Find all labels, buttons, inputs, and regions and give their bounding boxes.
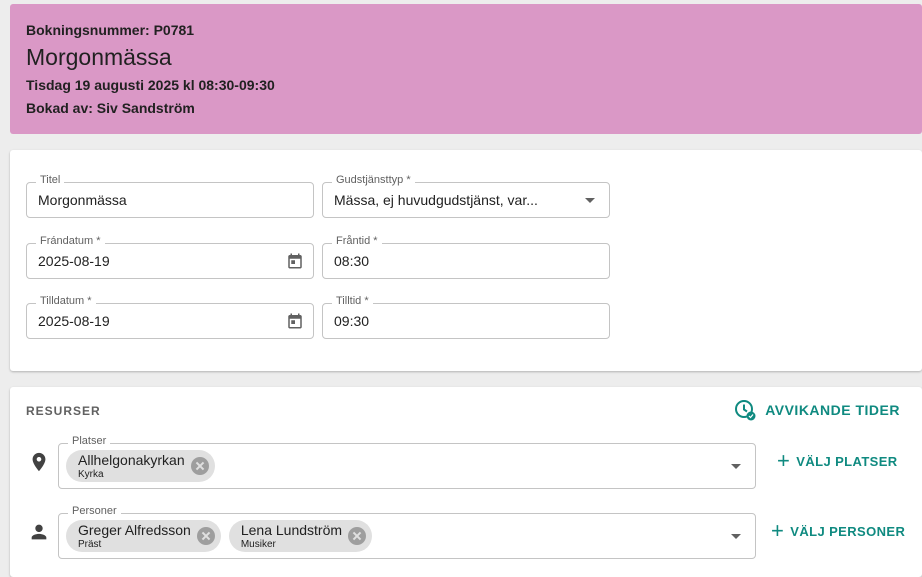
persons-field[interactable]: Personer Greger Alfredsson Präst Lena Lu… (58, 505, 756, 559)
from-date-label: Frándatum * (36, 235, 105, 247)
service-type-select[interactable]: Gudstjänsttyp * Mässa, ej huvudgudstjäns… (322, 174, 610, 218)
pick-persons-label: VÄLJ PERSONER (790, 523, 906, 539)
person-chip[interactable]: Lena Lundström Musiker (228, 520, 373, 552)
calendar-icon[interactable] (286, 252, 304, 270)
booking-number: Bokningsnummer: P0781 (26, 22, 195, 38)
pick-places-label: VÄLJ PLATSER (796, 453, 898, 469)
location-pin-icon (32, 452, 46, 472)
plus-icon: + (771, 518, 785, 543)
clock-icon (735, 400, 756, 421)
chevron-down-icon[interactable] (731, 534, 741, 539)
places-label: Platser (68, 435, 111, 447)
resources-card: RESURSER AVVIKANDE TIDER Platser Allhelg… (10, 387, 922, 577)
from-time-label: Fråntid * (332, 235, 382, 247)
calendar-icon[interactable] (286, 312, 304, 330)
remove-chip-icon[interactable] (348, 527, 367, 545)
booking-date: Tisdag 19 augusti 2025 kl 08:30-09:30 (26, 77, 275, 93)
title-field-label: Titel (36, 174, 65, 186)
pick-places-button[interactable]: + VÄLJ PLATSER (777, 448, 898, 473)
booking-details-card: Titel Morgonmässa Gudstjänsttyp * Mässa,… (10, 150, 922, 371)
to-date-value: 2025-08-19 (38, 313, 110, 329)
to-date-field[interactable]: Tilldatum * 2025-08-19 (26, 295, 314, 339)
chip-name: Greger Alfredsson (78, 522, 191, 538)
remove-chip-icon[interactable] (196, 527, 215, 545)
plus-icon: + (777, 448, 791, 473)
chip-sub: Musiker (240, 539, 276, 550)
service-type-value: Mässa, ej huvudgudstjänst, var... (334, 192, 538, 208)
chevron-down-icon[interactable] (585, 198, 595, 203)
chip-sub: Präst (78, 539, 102, 550)
persons-label: Personer (68, 505, 121, 517)
title-field-value: Morgonmässa (38, 192, 127, 208)
remove-chip-icon[interactable] (190, 457, 209, 475)
to-time-label: Tilltid * (332, 295, 373, 307)
pick-persons-button[interactable]: + VÄLJ PERSONER (771, 518, 906, 543)
chevron-down-icon[interactable] (731, 464, 741, 469)
to-date-label: Tilldatum * (36, 295, 96, 307)
chip-name: Allhelgonakyrkan (78, 452, 185, 468)
chip-sub: Kyrka (78, 469, 104, 480)
person-chip[interactable]: Greger Alfredsson Präst (66, 520, 221, 552)
service-type-label: Gudstjänsttyp * (332, 174, 415, 186)
person-icon (31, 524, 47, 540)
deviating-times-label: AVVIKANDE TIDER (765, 402, 900, 418)
from-date-field[interactable]: Frándatum * 2025-08-19 (26, 235, 314, 279)
place-chip[interactable]: Allhelgonakyrkan Kyrka (66, 450, 215, 482)
booking-header: Bokningsnummer: P0781 Morgonmässa Tisdag… (10, 4, 922, 134)
from-time-value: 08:30 (334, 253, 370, 269)
to-time-field[interactable]: Tilltid * 09:30 (322, 295, 610, 339)
from-time-field[interactable]: Fråntid * 08:30 (322, 235, 610, 279)
places-field[interactable]: Platser Allhelgonakyrkan Kyrka (58, 435, 756, 489)
resources-heading: RESURSER (26, 404, 101, 418)
booked-by: Bokad av: Siv Sandström (26, 100, 195, 116)
deviating-times-button[interactable]: AVVIKANDE TIDER (733, 398, 900, 422)
to-time-value: 09:30 (334, 313, 370, 329)
booking-title: Morgonmässa (26, 44, 172, 70)
from-date-value: 2025-08-19 (38, 253, 110, 269)
title-field[interactable]: Titel Morgonmässa (26, 174, 314, 218)
chip-name: Lena Lundström (240, 522, 343, 538)
